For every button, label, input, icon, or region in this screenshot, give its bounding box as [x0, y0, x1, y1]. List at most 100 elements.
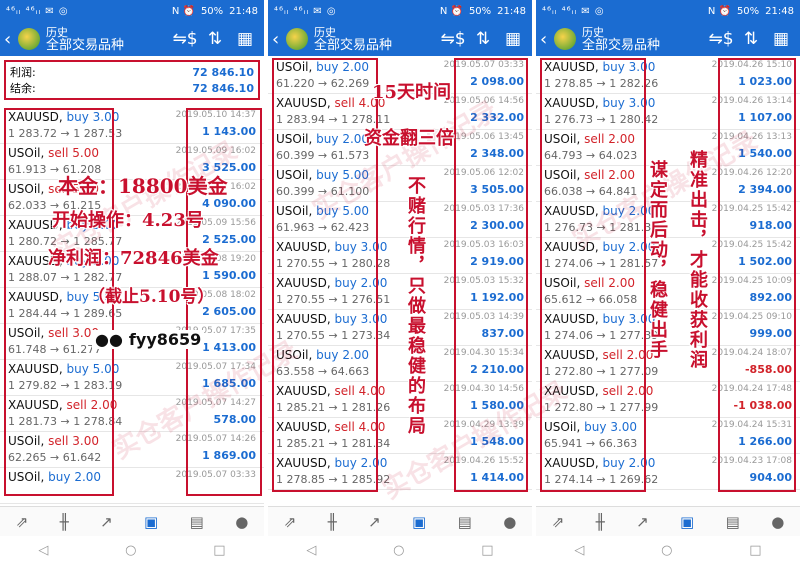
chart-icon[interactable]: ╫	[596, 513, 605, 531]
trade-side: sell	[48, 326, 69, 340]
trade-icon[interactable]: ↗	[636, 513, 649, 531]
quotes-icon[interactable]: ⇗	[552, 513, 565, 531]
trade-side: sell	[334, 420, 355, 434]
table-row[interactable]: XAUUSD, sell 2.00 1 272.80 → 1 277.99 2019…	[536, 382, 800, 418]
recent-nav-icon[interactable]: □	[213, 543, 225, 558]
trade-side: buy	[66, 362, 89, 376]
arrow-right-icon: →	[582, 293, 599, 306]
back-icon[interactable]: ‹	[272, 29, 286, 50]
chat-icon[interactable]: ●	[503, 513, 516, 531]
symbol-filter[interactable]: 全部交易品种	[46, 39, 170, 52]
currency-filter-icon[interactable]: ⇋$	[706, 29, 736, 49]
sort-icon[interactable]: ⇅	[468, 29, 498, 49]
trade-lot: 2.00	[608, 132, 636, 146]
news-icon[interactable]: ▤	[458, 513, 472, 531]
app-header: ‹ 历史 全部交易品种 ⇋$ ⇅ ▦	[0, 22, 264, 56]
calendar-icon[interactable]: ▦	[230, 29, 260, 49]
symbol-filter[interactable]: 全部交易品种	[582, 39, 706, 52]
trade-profit: 1 590.00	[202, 269, 256, 282]
arrow-right-icon: →	[592, 113, 610, 126]
news-icon[interactable]: ▤	[190, 513, 204, 531]
open-price: 1 283.72	[8, 127, 57, 140]
recent-nav-icon[interactable]: □	[749, 543, 761, 558]
history-icon[interactable]: ▣	[680, 513, 694, 531]
trade-profit: 837.00	[481, 327, 524, 340]
chat-icon[interactable]: ●	[771, 513, 784, 531]
open-price: 1 284.44	[8, 307, 57, 320]
symbol-filter[interactable]: 全部交易品种	[314, 39, 438, 52]
system-nav: ◁ ○ □	[536, 536, 800, 564]
trade-side: buy	[584, 420, 607, 434]
news-icon[interactable]: ▤	[726, 513, 740, 531]
quotes-icon[interactable]: ⇗	[16, 513, 29, 531]
trade-profit: 2 919.00	[470, 255, 524, 268]
back-icon[interactable]: ‹	[540, 29, 554, 50]
back-nav-icon[interactable]: ◁	[574, 543, 584, 558]
chart-icon[interactable]: ╫	[328, 513, 337, 531]
chart-icon[interactable]: ╫	[60, 513, 69, 531]
table-row[interactable]: USOil, buy 2.00 63.558 → 64.663 2019.04.30…	[268, 346, 532, 382]
status-bar: ⁴⁶ᵢₗ ⁴⁶ᵢₗ ✉ ◎ N ⏰ 50% 21:48	[268, 0, 532, 22]
history-icon[interactable]: ▣	[412, 513, 426, 531]
trade-profit: 918.00	[749, 219, 792, 232]
arrow-right-icon: →	[56, 379, 74, 392]
trade-icon[interactable]: ↗	[368, 513, 381, 531]
close-price: 62.269	[330, 77, 370, 90]
trade-profit: -858.00	[744, 363, 792, 376]
open-price: 1 276.73	[544, 113, 593, 126]
summary-box: 利润: 72 846.10 结余: 72 846.10	[4, 60, 260, 100]
table-row[interactable]: XAUUSD, buy 2.00 1 270.55 → 1 276.51 2019.…	[268, 274, 532, 310]
arrow-right-icon: →	[314, 365, 331, 378]
bottom-nav: ⇗ ╫ ↗ ▣ ▤ ●	[536, 506, 800, 536]
table-row[interactable]: XAUUSD, buy 3.00 1 270.55 → 1 273.34 2019.…	[268, 310, 532, 346]
recent-nav-icon[interactable]: □	[481, 543, 493, 558]
trade-lot: 2.00	[360, 276, 388, 290]
open-price: 1 281.73	[8, 415, 57, 428]
open-price: 60.399	[276, 149, 315, 162]
table-row[interactable]: XAUUSD, buy 3.00 1 276.73 → 1 280.42 2019.…	[536, 94, 800, 130]
table-row[interactable]: XAUUSD, buy 2.00 1 274.14 → 1 269.62 2019.…	[536, 454, 800, 490]
system-nav: ◁ ○ □	[268, 536, 532, 564]
quotes-icon[interactable]: ⇗	[284, 513, 297, 531]
currency-filter-icon[interactable]: ⇋$	[438, 29, 468, 49]
trade-lot: 2.00	[90, 398, 118, 412]
trade-lot: 2.00	[608, 168, 636, 182]
profit-label: 利润:	[10, 66, 36, 79]
history-icon[interactable]: ▣	[144, 513, 158, 531]
trade-side: buy	[334, 312, 357, 326]
table-row[interactable]: USOil, buy 5.00 61.963 → 62.423 2019.05.03…	[268, 202, 532, 238]
home-nav-icon[interactable]: ○	[125, 543, 136, 558]
trade-side: buy	[316, 132, 339, 146]
trade-icon[interactable]: ↗	[100, 513, 113, 531]
trade-lot: 5.00	[92, 362, 120, 376]
trade-side: sell	[602, 384, 623, 398]
sort-icon[interactable]: ⇅	[736, 29, 766, 49]
open-price: 1 278.85	[544, 77, 593, 90]
table-row[interactable]: USOil, buy 2.00 2019.05.07 03:33	[0, 468, 264, 504]
open-price: 1 274.06	[544, 257, 593, 270]
table-row[interactable]: XAUUSD, buy 3.00 1 270.55 → 1 280.28 2019.…	[268, 238, 532, 274]
home-nav-icon[interactable]: ○	[393, 543, 404, 558]
table-row[interactable]: XAUUSD, buy 3.00 1 278.85 → 1 282.26 2019.…	[536, 58, 800, 94]
close-price: 1 280.28	[341, 257, 391, 270]
open-price: 1 278.85	[276, 473, 325, 486]
back-icon[interactable]: ‹	[4, 29, 18, 50]
home-nav-icon[interactable]: ○	[661, 543, 672, 558]
trade-symbol: XAUUSD	[544, 348, 595, 362]
back-nav-icon[interactable]: ◁	[38, 543, 48, 558]
chat-icon[interactable]: ●	[235, 513, 248, 531]
trade-date: 2019.05.07 03:33	[175, 470, 256, 480]
back-nav-icon[interactable]: ◁	[306, 543, 316, 558]
trade-side: sell	[66, 398, 87, 412]
open-price: 64.793	[544, 149, 583, 162]
app-logo	[554, 28, 576, 50]
trade-profit: 999.00	[749, 327, 792, 340]
calendar-icon[interactable]: ▦	[766, 29, 796, 49]
arrow-right-icon: →	[46, 451, 63, 464]
table-row[interactable]: USOil, buy 3.00 65.941 → 66.363 2019.04.24…	[536, 418, 800, 454]
annotation-no-gamble: 不赌行情，只做最稳健的布局	[405, 176, 426, 436]
calendar-icon[interactable]: ▦	[498, 29, 528, 49]
trade-symbol: USOil	[8, 182, 41, 196]
currency-filter-icon[interactable]: ⇋$	[170, 29, 200, 49]
sort-icon[interactable]: ⇅	[200, 29, 230, 49]
